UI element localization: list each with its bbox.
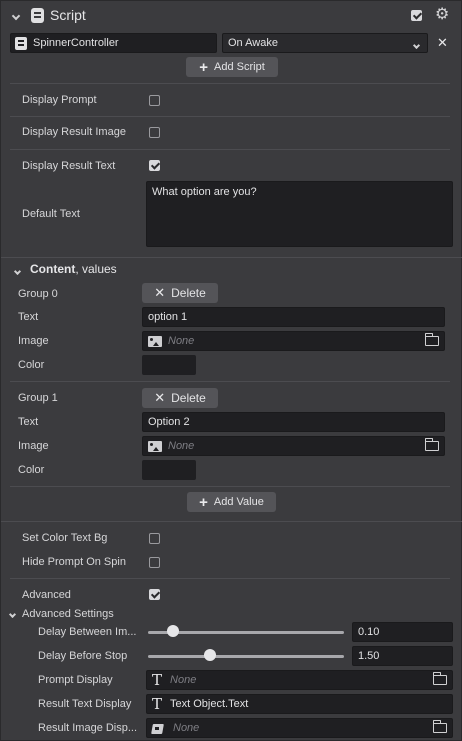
script-name: SpinnerController [33, 37, 119, 49]
group-1-label: Group 1 [18, 392, 58, 404]
display-prompt-label: Display Prompt [22, 94, 97, 106]
group-1-text-label: Text [18, 416, 39, 428]
display-result-text-checkbox[interactable] [149, 160, 160, 171]
delay-before-stop-slider[interactable] [148, 655, 344, 658]
script-object-field[interactable]: SpinnerController [10, 33, 217, 53]
close-icon: ✕ [154, 285, 166, 300]
result-image-display-value: None [173, 722, 200, 734]
add-value-button[interactable]: + Add Value [187, 492, 276, 512]
default-text-area[interactable]: What option are you? [146, 181, 453, 247]
divider [10, 578, 450, 579]
set-color-text-bg-checkbox[interactable] [149, 533, 160, 544]
group-0-image-label: Image [18, 335, 49, 347]
delete-label: Delete [171, 391, 206, 405]
folder-icon[interactable] [424, 333, 439, 346]
text-component-icon: T [152, 695, 163, 713]
prompt-display-label: Prompt Display [38, 674, 113, 686]
text-component-icon: T [152, 671, 163, 689]
delete-group-0-button[interactable]: ✕ Delete [142, 283, 218, 303]
script-inspector-panel: Script ⚙ SpinnerController On Awake ✕ + … [0, 0, 462, 741]
content-subtitle: , values [75, 262, 117, 276]
delay-between-value: 0.10 [358, 626, 380, 638]
delay-before-stop-slider-knob[interactable] [204, 649, 216, 661]
display-result-image-checkbox[interactable] [149, 127, 160, 138]
group-0-label: Group 0 [18, 288, 58, 300]
result-text-display-field[interactable]: T Text Object.Text [146, 694, 453, 714]
delay-before-stop-value: 1.50 [358, 650, 380, 662]
plus-icon: + [199, 493, 208, 511]
delay-before-stop-label: Delay Before Stop [38, 650, 128, 662]
plus-icon: + [199, 58, 208, 76]
remove-script-close-icon[interactable]: ✕ [437, 35, 448, 51]
prompt-display-field[interactable]: T None [146, 670, 453, 690]
group-1-text-value: Option 2 [148, 416, 190, 428]
divider [10, 149, 450, 150]
folder-icon[interactable] [424, 438, 439, 451]
component-enabled-checkbox[interactable] [411, 10, 422, 21]
group-1-color-swatch[interactable] [142, 460, 196, 480]
image-component-icon [151, 722, 165, 735]
header-title: Script [50, 7, 86, 23]
group-1-image-field[interactable]: None [142, 436, 445, 456]
content-section-title: Content, values [30, 262, 117, 276]
group-1-image-label: Image [18, 440, 49, 452]
divider [1, 257, 462, 258]
folder-icon[interactable] [432, 720, 447, 733]
result-text-display-label: Result Text Display [38, 698, 132, 710]
result-text-display-value: Text Object.Text [170, 698, 249, 710]
divider [10, 116, 450, 117]
display-result-text-label: Display Result Text [22, 160, 116, 172]
chevron-down-icon [412, 39, 421, 51]
script-file-icon [15, 36, 27, 50]
hide-prompt-on-spin-label: Hide Prompt On Spin [22, 556, 126, 568]
set-color-text-bg-label: Set Color Text Bg [22, 532, 108, 544]
advanced-label: Advanced [22, 589, 71, 601]
group-1-text-input[interactable]: Option 2 [142, 412, 445, 432]
close-icon: ✕ [154, 390, 166, 405]
delete-label: Delete [171, 286, 206, 300]
folder-icon[interactable] [432, 672, 447, 685]
event-value: On Awake [228, 37, 278, 49]
default-text-label: Default Text [22, 208, 80, 220]
delete-group-1-button[interactable]: ✕ Delete [142, 388, 218, 408]
content-collapse-chevron-icon[interactable] [13, 265, 22, 277]
delay-between-slider-knob[interactable] [167, 625, 179, 637]
group-0-color-label: Color [18, 359, 45, 371]
result-image-display-label: Result Image Disp... [38, 722, 138, 734]
divider [1, 521, 462, 522]
divider [10, 381, 450, 382]
group-1-color-label: Color [18, 464, 45, 476]
add-script-label: Add Script [214, 61, 265, 73]
display-result-image-label: Display Result Image [22, 126, 126, 138]
group-0-text-input[interactable]: option 1 [142, 307, 445, 327]
add-script-button[interactable]: + Add Script [186, 57, 278, 77]
add-value-label: Add Value [213, 496, 264, 508]
advanced-checkbox[interactable] [149, 589, 160, 600]
advanced-settings-chevron-icon[interactable] [8, 608, 17, 620]
gear-icon[interactable]: ⚙ [435, 7, 449, 23]
advanced-settings-title[interactable]: Advanced Settings [22, 608, 114, 620]
result-image-display-field[interactable]: None [146, 718, 453, 738]
delay-between-input[interactable]: 0.10 [352, 622, 453, 642]
delay-before-stop-input[interactable]: 1.50 [352, 646, 453, 666]
script-component-icon [31, 8, 44, 23]
prompt-display-value: None [170, 674, 197, 686]
display-prompt-checkbox[interactable] [149, 95, 160, 106]
group-0-text-label: Text [18, 311, 39, 323]
collapse-chevron-icon[interactable] [11, 10, 21, 22]
event-dropdown[interactable]: On Awake [222, 33, 428, 53]
group-0-image-value: None [168, 335, 195, 347]
image-icon [148, 440, 162, 452]
delay-between-label: Delay Between Im... [38, 626, 137, 638]
group-0-text-value: option 1 [148, 311, 188, 323]
group-0-image-field[interactable]: None [142, 331, 445, 351]
image-icon [148, 335, 162, 347]
group-0-color-swatch[interactable] [142, 355, 196, 375]
group-1-image-value: None [168, 440, 195, 452]
default-text-value: What option are you? [152, 186, 257, 198]
divider [10, 486, 450, 487]
content-title: Content [30, 262, 76, 276]
hide-prompt-on-spin-checkbox[interactable] [149, 557, 160, 568]
divider [10, 83, 450, 84]
